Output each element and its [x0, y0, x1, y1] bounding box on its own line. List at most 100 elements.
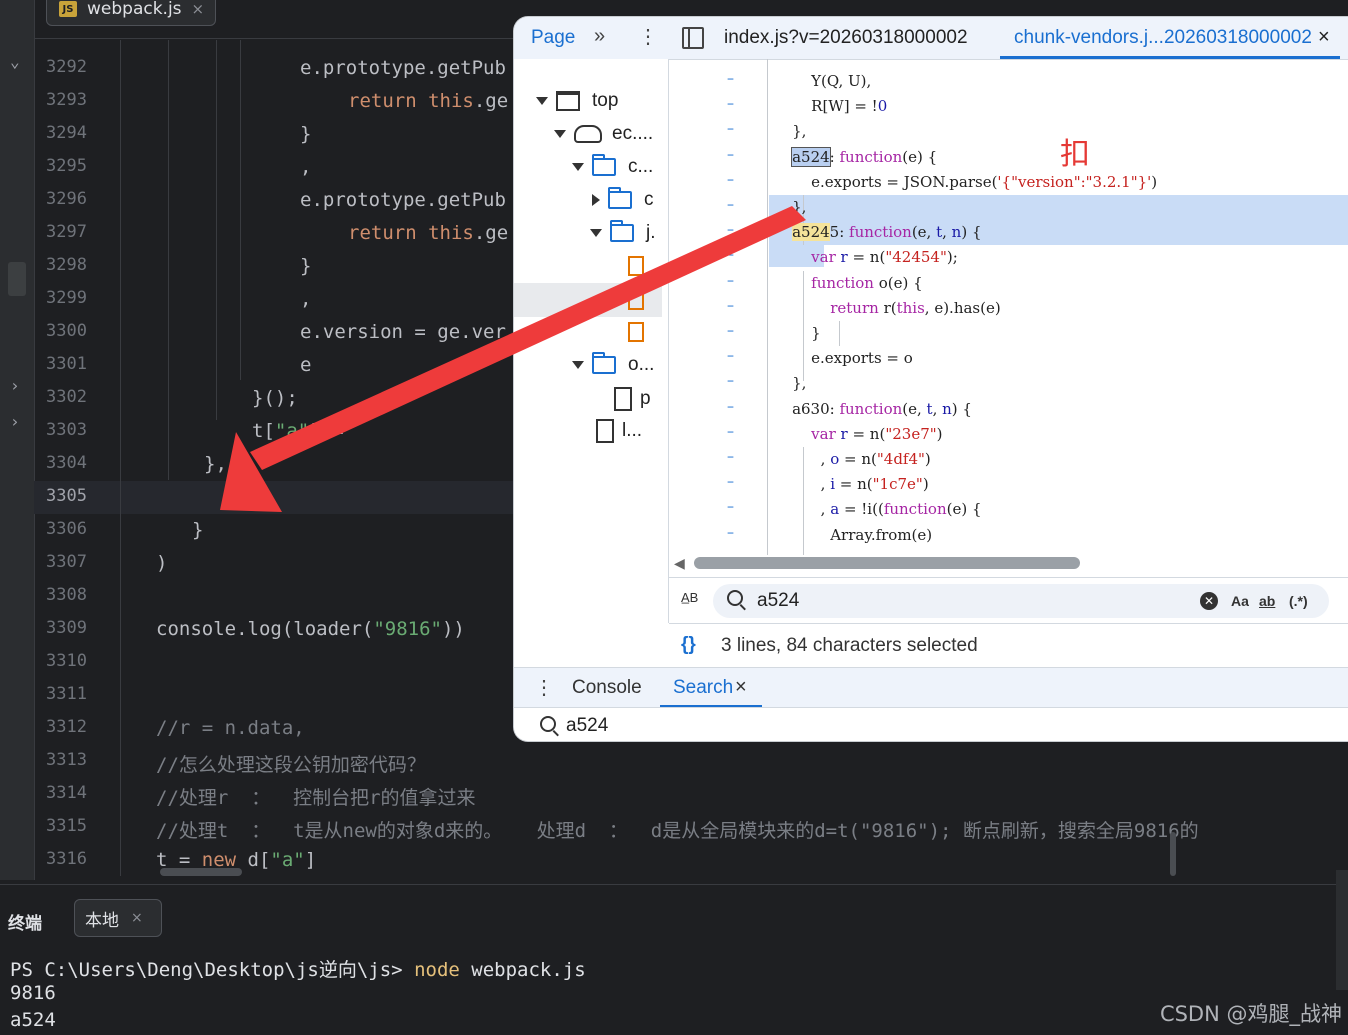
tab-page[interactable]: Page — [531, 27, 575, 49]
tree-item-folder[interactable]: j. — [590, 218, 656, 248]
tree-item-file[interactable] — [628, 251, 652, 281]
devtools-window[interactable]: Page » ⋮ index.js?v=20260318000002 chunk… — [514, 17, 1348, 741]
file-tab-chunk-vendors[interactable]: chunk-vendors.j...20260318000002 — [1014, 27, 1312, 49]
source-code-text: , i = n("1c7e") — [773, 475, 929, 493]
terminal-command-line[interactable]: PS C:\Users\Deng\Desktop\js逆向\js> node w… — [10, 955, 586, 982]
expand-triangle-icon[interactable] — [590, 229, 602, 237]
clear-icon[interactable]: ✕ — [1200, 592, 1218, 610]
source-line[interactable]: – e.exports = o — [669, 346, 1348, 371]
source-token: o(e) { — [873, 273, 923, 292]
code-token: } — [300, 255, 312, 277]
source-line[interactable]: – a524: function(e) { — [669, 145, 1348, 170]
editor-tab-webpack-js[interactable]: JS webpack.js × — [46, 0, 216, 26]
source-line[interactable]: – function o(e) { — [669, 271, 1348, 296]
tab-search[interactable]: Search — [673, 677, 733, 699]
pretty-print-icon[interactable]: {} — [681, 634, 696, 656]
whole-word-toggle[interactable]: ab — [1259, 593, 1275, 609]
chevron-right-icon[interactable]: › — [10, 376, 20, 395]
source-horizontal-scrollbar[interactable] — [694, 557, 1080, 569]
source-line[interactable]: – R[W] = !0 — [669, 94, 1348, 119]
tree-item-file[interactable] — [628, 317, 652, 347]
source-line[interactable]: – }, — [669, 119, 1348, 144]
line-number: 3294 — [46, 123, 87, 143]
source-line[interactable]: – , o = n("4df4") — [669, 447, 1348, 472]
expand-triangle-icon[interactable] — [572, 163, 584, 171]
code-token: )) — [441, 618, 465, 640]
tree-item-file[interactable] — [628, 285, 652, 315]
source-line[interactable]: – a630: function(e, t, n) { — [669, 397, 1348, 422]
drawer-search-bar[interactable]: a524 — [514, 707, 1348, 741]
match-case-toggle[interactable]: Aa — [1231, 593, 1249, 609]
code-text: //怎么处理这段公钥加密代码？ — [156, 750, 426, 777]
close-icon[interactable]: × — [192, 0, 205, 18]
search-match: a524 — [792, 223, 830, 242]
drawer-search-input[interactable]: a524 — [566, 715, 608, 737]
horizontal-scrollbar[interactable] — [160, 868, 242, 876]
tab-console[interactable]: Console — [572, 677, 642, 699]
line-number: 3306 — [46, 519, 87, 539]
source-code-view[interactable]: – Y(Q, U), – R[W] = !0– }, – a524: functio… — [669, 59, 1348, 555]
file-tab-index-js[interactable]: index.js?v=20260318000002 — [724, 27, 968, 49]
find-input[interactable]: a524 — [757, 590, 799, 612]
close-icon[interactable]: × — [1318, 26, 1330, 49]
close-icon[interactable]: × — [131, 910, 143, 926]
tree-item-origin[interactable]: ec.... — [554, 119, 653, 149]
code-token: } — [300, 123, 312, 145]
menu-icon[interactable]: ⋮ — [534, 675, 554, 700]
source-code-text: return r(this, e).has(e) — [773, 299, 1000, 317]
line-number: 3298 — [46, 255, 87, 275]
expand-triangle-icon[interactable] — [536, 97, 548, 105]
find-input-container[interactable]: a524 ✕ Aa ab (.*) — [713, 584, 1329, 618]
source-token: R[W] = ! — [773, 97, 878, 116]
code-token: , — [300, 288, 312, 310]
source-line[interactable]: – } — [669, 321, 1348, 346]
tree-item-file[interactable]: p — [614, 384, 651, 414]
source-token: , — [773, 475, 831, 494]
source-token: "42454" — [885, 248, 947, 267]
line-number: 3303 — [46, 420, 87, 440]
expand-triangle-icon[interactable] — [554, 130, 566, 138]
code-text: , — [300, 156, 311, 178]
vertical-scrollbar[interactable] — [1170, 832, 1176, 876]
source-line[interactable]: – var r = n("23e7") — [669, 422, 1348, 447]
chevron-right-icon[interactable]: › — [10, 412, 20, 431]
menu-icon[interactable]: ⋮ — [638, 24, 658, 49]
source-token: ) — [936, 424, 943, 443]
source-line[interactable]: – }, — [669, 195, 1348, 220]
terminal-panel[interactable]: 终端 本地 × PS C:\Users\Deng\Desktop\js逆向\js… — [0, 884, 1348, 1035]
regex-toggle[interactable]: (.*) — [1289, 593, 1308, 609]
code-line[interactable]: 3314 //处理r ： 控制台把r的值拿过来 — [34, 778, 1183, 811]
chevron-down-icon[interactable]: ⌄ — [10, 52, 20, 71]
source-token: function — [839, 147, 903, 166]
tree-item-label: top — [592, 90, 619, 111]
expand-triangle-icon[interactable] — [572, 361, 584, 369]
source-line[interactable]: – e.exports = JSON.parse('{"version":"3.… — [669, 170, 1348, 195]
file-tree[interactable]: top ec.... c... c j. o... p l... — [514, 59, 669, 623]
code-line[interactable]: 3315 //处理t ： t是从new的对象d来的。 处理d ： d是从全局模块来… — [34, 811, 1199, 844]
source-line[interactable]: – , a = !i((function(e) { — [669, 497, 1348, 522]
more-tabs-icon[interactable]: » — [594, 25, 605, 48]
tree-item-top[interactable]: top — [536, 86, 618, 116]
code-token: this — [428, 222, 474, 244]
replace-toggle-icon[interactable]: A̲B — [681, 590, 698, 605]
source-line[interactable]: – Array.from(e) — [669, 523, 1348, 548]
code-text: e.prototype.getPub — [300, 189, 506, 211]
close-icon[interactable]: × — [735, 676, 747, 699]
source-line[interactable]: – }, — [669, 371, 1348, 396]
source-line[interactable]: – a5245: function(e, t, n) { — [669, 220, 1348, 245]
source-line[interactable]: – , i = n("1c7e") — [669, 472, 1348, 497]
tree-item-folder[interactable]: c — [590, 185, 654, 215]
tree-item-folder[interactable]: o... — [572, 350, 654, 380]
scroll-left-icon[interactable]: ◀ — [674, 555, 685, 572]
source-line[interactable]: – var r = n("42454"); — [669, 245, 1348, 270]
source-code-text: var r = n("42454"); — [773, 248, 958, 266]
source-line[interactable]: – Y(Q, U), — [669, 69, 1348, 94]
terminal-tab-local[interactable]: 本地 × — [74, 899, 162, 937]
code-line[interactable]: 3313 //怎么处理这段公钥加密代码？ — [34, 745, 1183, 778]
tree-item-folder[interactable]: c... — [572, 152, 653, 182]
structure-scroll-handle[interactable] — [8, 262, 26, 296]
collapsed-triangle-icon[interactable] — [592, 194, 600, 206]
source-line[interactable]: – return r(this, e).has(e) — [669, 296, 1348, 321]
tree-item-file[interactable]: l... — [596, 416, 642, 446]
sidebar-toggle-icon[interactable] — [682, 27, 704, 49]
